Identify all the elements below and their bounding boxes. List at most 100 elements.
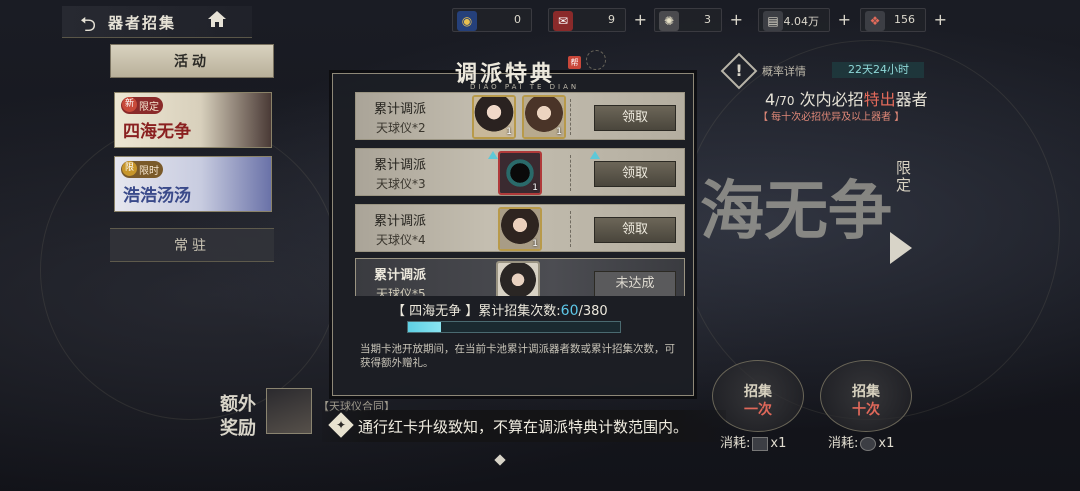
reward-list[interactable]: 累计调派 天球仪*2 1 1 领取 累计调派 天球仪*3 1 领取 累计调派 天… [355,92,685,296]
row-divider [570,211,571,247]
summon-label: 招集 [744,384,772,400]
limited-badge: 新限定 [121,97,163,114]
home-icon[interactable] [206,8,228,30]
add-seal-button[interactable]: + [934,10,947,29]
banner-name: 浩浩汤汤 [123,186,191,206]
resource-value: 4.04万 [783,15,820,28]
modal-subtitle: DIAO PAI TE DIAN [470,83,580,91]
summon-count-label: 一次 [744,402,772,418]
add-book-button[interactable]: + [838,10,851,29]
progress-current: 60 [560,303,579,319]
row-title: 累计调派 [374,102,427,117]
pity-subtitle: 【 每十次必招优异及以上器者 】 [758,112,905,123]
summon-ten-button[interactable]: 招集 十次 [820,360,912,432]
tab-permanent[interactable]: 常驻 [110,228,274,262]
badge-label: 限定 [139,102,159,113]
banner-item-haohao[interactable]: 限限时 浩浩汤汤 [114,156,272,212]
reward-row: 累计调派 天球仪*3 1 领取 [355,148,685,196]
row-requirement: 天球仪*3 [376,177,426,191]
claim-button[interactable]: 领取 [594,105,676,131]
reward-row: 累计调派 天球仪*2 1 1 领取 [355,92,685,140]
banner-item-sihai[interactable]: 新限定 四海无争 [114,92,272,148]
add-envelope-button[interactable]: + [634,10,647,29]
reward-item[interactable]: 1 [498,207,542,251]
new-icon: 新 [122,97,137,112]
reward-item[interactable]: 1 [498,151,542,195]
row-requirement: 天球仪*4 [376,233,426,247]
page-title: 器者招集 [108,14,177,32]
reward-row: 累计调派 天球仪*4 1 领取 [355,204,685,252]
banner-sidebar: 活动 新限定 四海无争 限限时 浩浩汤汤 常驻 [110,44,274,274]
cost-label: 消耗: [828,436,859,451]
cost-qty: x1 [878,436,895,451]
character-portrait-icon [498,263,538,296]
row-title: 累计调派 [374,158,427,173]
reward-count: 1 [556,127,562,137]
modal-description: 当期卡池开放期间，在当前卡池累计调派器者数或累计招集次数，可获得额外赠礼。 [360,343,675,369]
timer-text: 22天24小时 [848,63,909,76]
tab-event[interactable]: 活动 [110,44,274,78]
pity-count: 4 [765,90,776,109]
notice-icon: ✦ [328,412,354,438]
resource-value: 3 [704,13,711,26]
banner-title-art: 海无争 [700,174,892,249]
summon-ten-cost: 消耗: x1 [828,432,894,451]
reward-item[interactable]: 1 [472,95,516,139]
progress-fill [408,322,442,332]
claim-button[interactable]: 领取 [594,161,676,187]
reward-count: 1 [532,239,538,249]
not-achieved-button[interactable]: 未达成 [594,271,676,296]
help-icon[interactable]: 帮 [568,56,581,69]
row-requirement: 天球仪*2 [376,121,426,135]
top-bar: ⮌ 器者招集 ◉ 0 ✉ 9 + ✺ 3 + ▤ 4.04万 + ❖ 156 + [0,0,1080,42]
resource-value: 9 [608,13,615,26]
limited-tag: 限定 [894,160,912,194]
claim-button[interactable]: 领取 [594,217,676,243]
resource-envelope: ✉ 9 + [548,8,647,32]
probability-label[interactable]: 概率详情 [762,63,806,79]
banner-name: 四海无争 [123,122,191,142]
resource-badge: ✺ 3 + [654,8,743,32]
resource-value: 0 [514,13,521,26]
ornament-icon [586,50,606,70]
resource-coin: ◉ 0 [452,8,532,32]
pity-text-end: 器者 [895,90,928,109]
row-requirement: 天球仪*5 [376,287,426,296]
envelope-icon [752,436,769,451]
banner-timer: 22天24小时 [832,62,924,78]
row-divider [570,155,571,191]
resource-seal: ❖ 156 + [860,8,947,32]
extra-reward-label: 额外奖励 [220,394,256,439]
row-divider [570,99,571,135]
cost-qty: x1 [770,436,787,451]
pity-total: /70 [775,94,795,108]
back-arrow-icon: ⮌ [80,12,97,36]
badge-icon: ✺ [659,11,679,31]
sparkle-icon [590,151,600,159]
progress-total: /380 [578,304,608,319]
summon-once-cost: 消耗: x1 [720,432,786,451]
next-banner-arrow-icon[interactable] [890,232,912,264]
reward-item[interactable]: 1 [522,95,566,139]
extra-reward-thumbnail[interactable] [266,388,312,434]
notice-text: 通行红卡升级致知，不算在调派特典计数范围内。 [358,418,689,436]
summon-count-label: 十次 [852,402,880,418]
notice-bar: ✦ 通行红卡升级致知，不算在调派特典计数范围内。 [322,410,726,442]
reward-count: 1 [506,127,512,137]
progress-bar [407,321,621,333]
reward-item[interactable] [496,261,540,296]
sparkle-icon [488,151,498,159]
add-badge-button[interactable]: + [730,10,743,29]
progress-label: 【 四海无争 】累计招集次数:60/380 [392,300,608,319]
coin-icon: ◉ [457,11,477,31]
timed-icon: 限 [122,161,137,176]
row-title: 累计调派 [374,214,427,229]
pity-text: 次内必招 [799,90,864,109]
info-icon: ! [735,61,743,80]
resource-value: 156 [894,13,915,26]
resource-book: ▤ 4.04万 + [758,8,851,32]
pity-rarity: 特出 [863,90,896,109]
reward-row: 累计调派 天球仪*5 未达成 [355,258,685,296]
pity-counter: 4/70 次内必招特出器者 [765,86,928,110]
badge-label: 限时 [139,166,159,177]
